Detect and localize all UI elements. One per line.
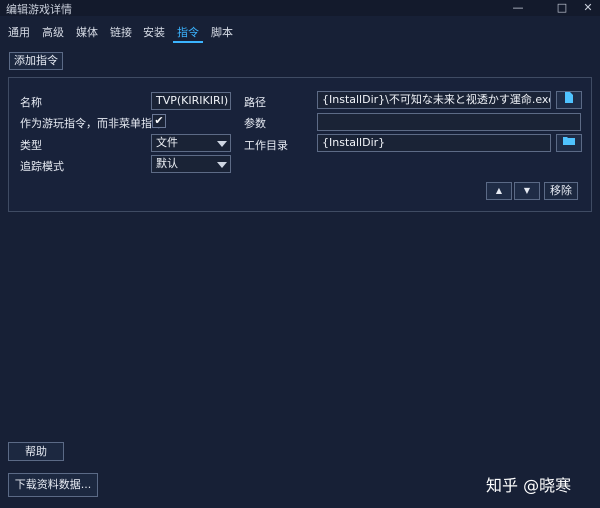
name-label: 名称 <box>20 96 42 109</box>
folder-icon <box>563 137 575 145</box>
chevron-down-icon <box>217 162 227 168</box>
arrow-down-icon: ▼ <box>523 186 531 195</box>
working-dir-input[interactable]: {InstallDir} <box>317 134 551 152</box>
title-bar: 编辑游戏详情 — □ ✕ <box>0 0 600 16</box>
path-label: 路径 <box>244 96 266 109</box>
tab-bar: 通用 高级 媒体 链接 安装 指令 脚本 <box>0 16 600 44</box>
active-tab-indicator <box>173 41 203 43</box>
checkmark-icon: ✔ <box>154 114 164 127</box>
type-label: 类型 <box>20 139 42 152</box>
type-select[interactable]: 文件 <box>151 134 231 152</box>
add-command-button[interactable]: 添加指令 <box>9 52 63 70</box>
remove-command-button[interactable]: 移除 <box>544 182 578 200</box>
move-down-button[interactable]: ▼ <box>514 182 540 200</box>
maximize-button[interactable]: □ <box>550 0 574 16</box>
tab-media[interactable]: 媒体 <box>76 24 98 40</box>
arguments-input[interactable] <box>317 113 581 131</box>
minimize-button[interactable]: — <box>506 0 530 16</box>
tracking-label: 追踪模式 <box>20 160 64 173</box>
working-dir-label: 工作目录 <box>244 139 288 152</box>
help-button[interactable]: 帮助 <box>8 442 64 461</box>
tracking-select[interactable]: 默认 <box>151 155 231 173</box>
tab-scripts[interactable]: 脚本 <box>211 24 233 40</box>
path-input[interactable]: {InstallDir}\不可知な未来と视透かす運命.exe <box>317 91 551 109</box>
play-action-checkbox[interactable]: ✔ <box>152 114 166 128</box>
name-input[interactable]: TVP(KIRIKIRI) Z c <box>151 92 231 110</box>
tracking-select-value: 默认 <box>156 157 178 170</box>
tab-actions[interactable]: 指令 <box>177 24 199 40</box>
close-button[interactable]: ✕ <box>576 0 600 16</box>
type-select-value: 文件 <box>156 136 178 149</box>
tab-advanced[interactable]: 高级 <box>42 24 64 40</box>
tab-links[interactable]: 链接 <box>110 24 132 40</box>
window-title: 编辑游戏详情 <box>6 3 72 16</box>
watermark-text: 知乎 @晓寒 <box>486 476 572 495</box>
browse-folder-button[interactable] <box>556 134 582 152</box>
tab-installation[interactable]: 安装 <box>143 24 165 40</box>
file-icon <box>565 92 573 103</box>
download-metadata-button[interactable]: 下载资料数据... <box>8 473 98 497</box>
chevron-down-icon <box>217 141 227 147</box>
play-action-label: 作为游玩指令，而非菜单指令 <box>20 117 163 130</box>
arguments-label: 参数 <box>244 117 266 130</box>
move-up-button[interactable]: ▲ <box>486 182 512 200</box>
tab-general[interactable]: 通用 <box>8 24 30 40</box>
arrow-up-icon: ▲ <box>495 186 503 195</box>
browse-file-button[interactable] <box>556 91 582 109</box>
